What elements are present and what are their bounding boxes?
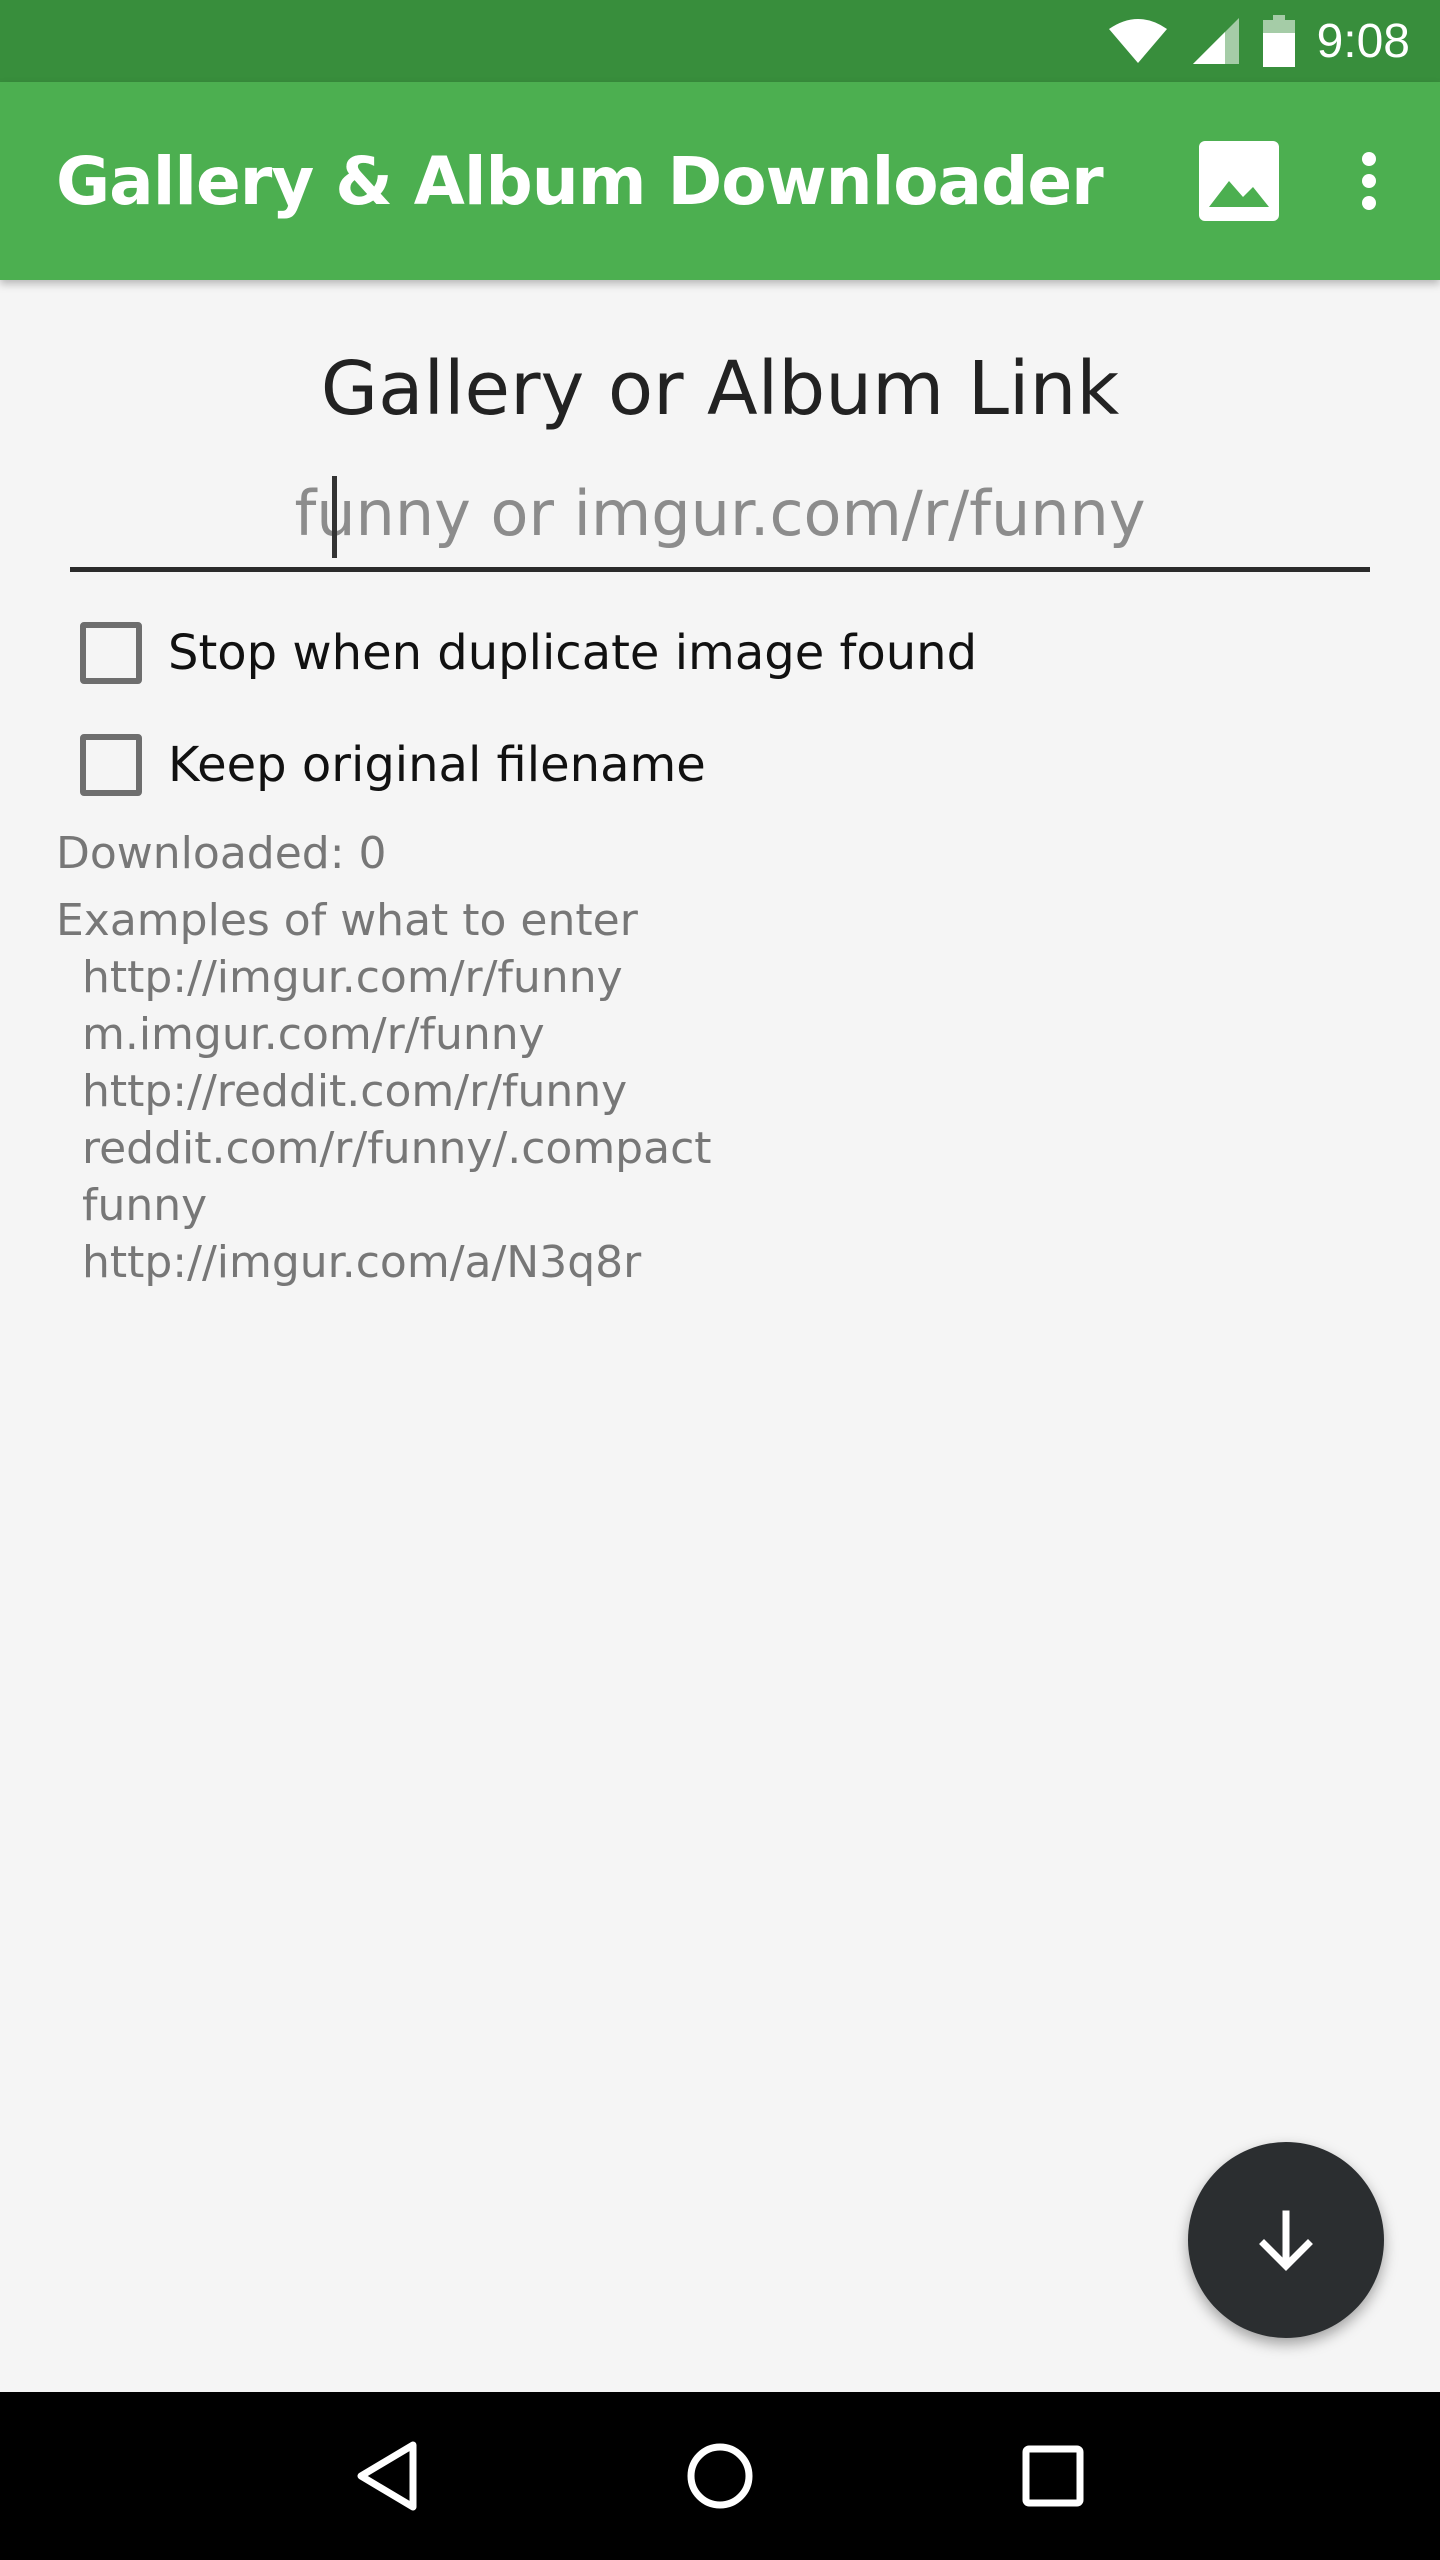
home-icon [687, 2443, 753, 2509]
home-button[interactable] [660, 2416, 780, 2536]
link-input[interactable] [70, 460, 1370, 567]
page-title: Gallery or Album Link [320, 346, 1120, 432]
example-item: http://imgur.com/a/N3q8r [68, 1237, 642, 1288]
example-item: reddit.com/r/funny/.compact [68, 1123, 712, 1174]
status-time: 9:08 [1316, 14, 1410, 68]
keep-filename-checkbox-row[interactable]: Keep original filename [80, 734, 706, 796]
gallery-button[interactable] [1184, 126, 1294, 236]
stop-duplicate-checkbox-row[interactable]: Stop when duplicate image found [80, 622, 977, 684]
more-vert-icon [1362, 152, 1376, 210]
keep-filename-checkbox[interactable] [80, 734, 142, 796]
stop-duplicate-label: Stop when duplicate image found [168, 625, 978, 681]
battery-icon [1262, 15, 1295, 67]
app-bar: Gallery & Album Downloader [0, 82, 1440, 280]
example-item: http://imgur.com/r/funny [68, 952, 623, 1003]
recents-button[interactable] [993, 2416, 1113, 2536]
more-options-button[interactable] [1314, 126, 1424, 236]
downloaded-count: Downloaded: 0 [56, 828, 387, 879]
link-input-container [70, 460, 1370, 572]
back-icon [357, 2441, 417, 2511]
download-button[interactable] [1188, 2142, 1384, 2338]
nav-bar [0, 2392, 1440, 2560]
keep-filename-label: Keep original filename [168, 737, 706, 793]
status-bar: 9:08 [0, 0, 1440, 82]
text-cursor [332, 476, 337, 558]
arrow-down-icon [1259, 2210, 1313, 2271]
app-title: Gallery & Album Downloader [56, 142, 1104, 220]
back-button[interactable] [327, 2416, 447, 2536]
image-icon [1199, 141, 1279, 221]
example-item: http://reddit.com/r/funny [68, 1066, 628, 1117]
examples-title: Examples of what to enter [56, 895, 638, 946]
stop-duplicate-checkbox[interactable] [80, 622, 142, 684]
signal-icon [1192, 18, 1239, 64]
examples-text: Examples of what to enter http://imgur.c… [56, 892, 712, 1291]
example-item: m.imgur.com/r/funny [68, 1009, 545, 1060]
example-item: funny [68, 1180, 208, 1231]
recents-icon [1022, 2445, 1084, 2507]
wifi-icon [1108, 19, 1167, 63]
